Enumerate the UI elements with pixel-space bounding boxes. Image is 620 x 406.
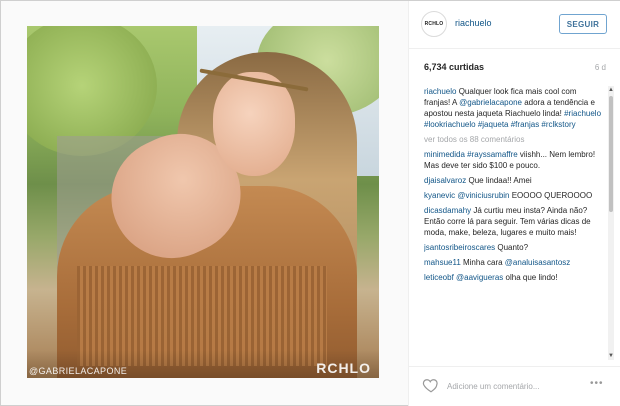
comment-mention[interactable]: @viniciusrubin (457, 191, 509, 200)
comment-text: EOOOO QUEROOOO (509, 191, 593, 200)
comment-item: kyanevic @viniciusrubin EOOOO QUEROOOO (424, 190, 602, 201)
avatar-logo-text: RCHLO (424, 21, 444, 27)
photo-woman-face (213, 72, 295, 176)
instagram-post-window: @GABRIELACAPONE RCHLO RCHLO riachuelo SE… (0, 0, 620, 406)
comment-username[interactable]: dicasdamahy (424, 206, 471, 215)
follow-button[interactable]: SEGUIR (559, 14, 607, 34)
comment-item: mahsue11 Minha cara @analuisasantosz (424, 257, 602, 268)
heart-icon[interactable] (422, 376, 440, 394)
comment-text: Que lindaa!! Amei (466, 176, 532, 185)
caption: riachuelo Qualquer look fica mais cool c… (424, 86, 602, 130)
comment-item: minimedida #rayssamaffre viishh... Nem l… (424, 149, 602, 171)
likes-count[interactable]: 6,734 curtidas (424, 62, 484, 72)
scroll-up-arrow-icon[interactable]: ▲ (608, 86, 614, 94)
comment-username[interactable]: djaisalvaroz (424, 176, 466, 185)
comment-bar: ••• (409, 366, 620, 406)
comments-list: riachuelo Qualquer look fica mais cool c… (424, 86, 602, 356)
scroll-down-arrow-icon[interactable]: ▼ (608, 352, 614, 360)
photo-credit-watermark: @GABRIELACAPONE (29, 366, 128, 376)
comment-item: leticeobf @aavigueras olha que lindo! (424, 272, 602, 283)
username-link[interactable]: riachuelo (455, 18, 492, 28)
comment-mention[interactable]: @aavigueras (456, 273, 503, 282)
comment-mention[interactable]: @analuisasantosz (505, 258, 571, 267)
view-all-comments-link[interactable]: ver todos os 88 comentários (424, 134, 602, 145)
comment-item: dicasdamahy Já curtiu meu insta? Ainda n… (424, 205, 602, 238)
photo-brand-watermark: RCHLO (316, 360, 371, 376)
post-age[interactable]: 6 d (595, 63, 606, 72)
comment-username[interactable]: minimedida (424, 150, 465, 159)
avatar[interactable]: RCHLO (421, 11, 447, 37)
comment-text: Quanto? (495, 243, 529, 252)
comment-username[interactable]: kyanevic (424, 191, 455, 200)
post-photo[interactable]: @GABRIELACAPONE RCHLO (27, 26, 379, 378)
comment-username[interactable]: leticeobf (424, 273, 454, 282)
comment-username[interactable]: mahsue11 (424, 258, 461, 267)
comment-item: jsantosribeiroscares Quanto? (424, 242, 602, 253)
comment-item: djaisalvaroz Que lindaa!! Amei (424, 175, 602, 186)
add-comment-input[interactable] (447, 380, 587, 392)
comments-scrollbar[interactable]: ▲ ▼ (608, 86, 614, 360)
comment-text: olha que lindo! (503, 273, 558, 282)
comment-text: Minha cara (460, 258, 503, 267)
comment-mention[interactable]: #rayssamaffre (467, 150, 518, 159)
post-sidebar: RCHLO riachuelo SEGUIR 6,734 curtidas 6 … (408, 1, 620, 406)
caption-username[interactable]: riachuelo (424, 87, 456, 96)
comment-username[interactable]: jsantosribeiroscares (424, 243, 495, 252)
more-options-icon[interactable]: ••• (590, 378, 604, 389)
scrollbar-thumb[interactable] (609, 96, 613, 212)
post-header: RCHLO riachuelo SEGUIR (409, 1, 620, 49)
caption-mention[interactable]: @gabrielacapone (459, 98, 522, 107)
